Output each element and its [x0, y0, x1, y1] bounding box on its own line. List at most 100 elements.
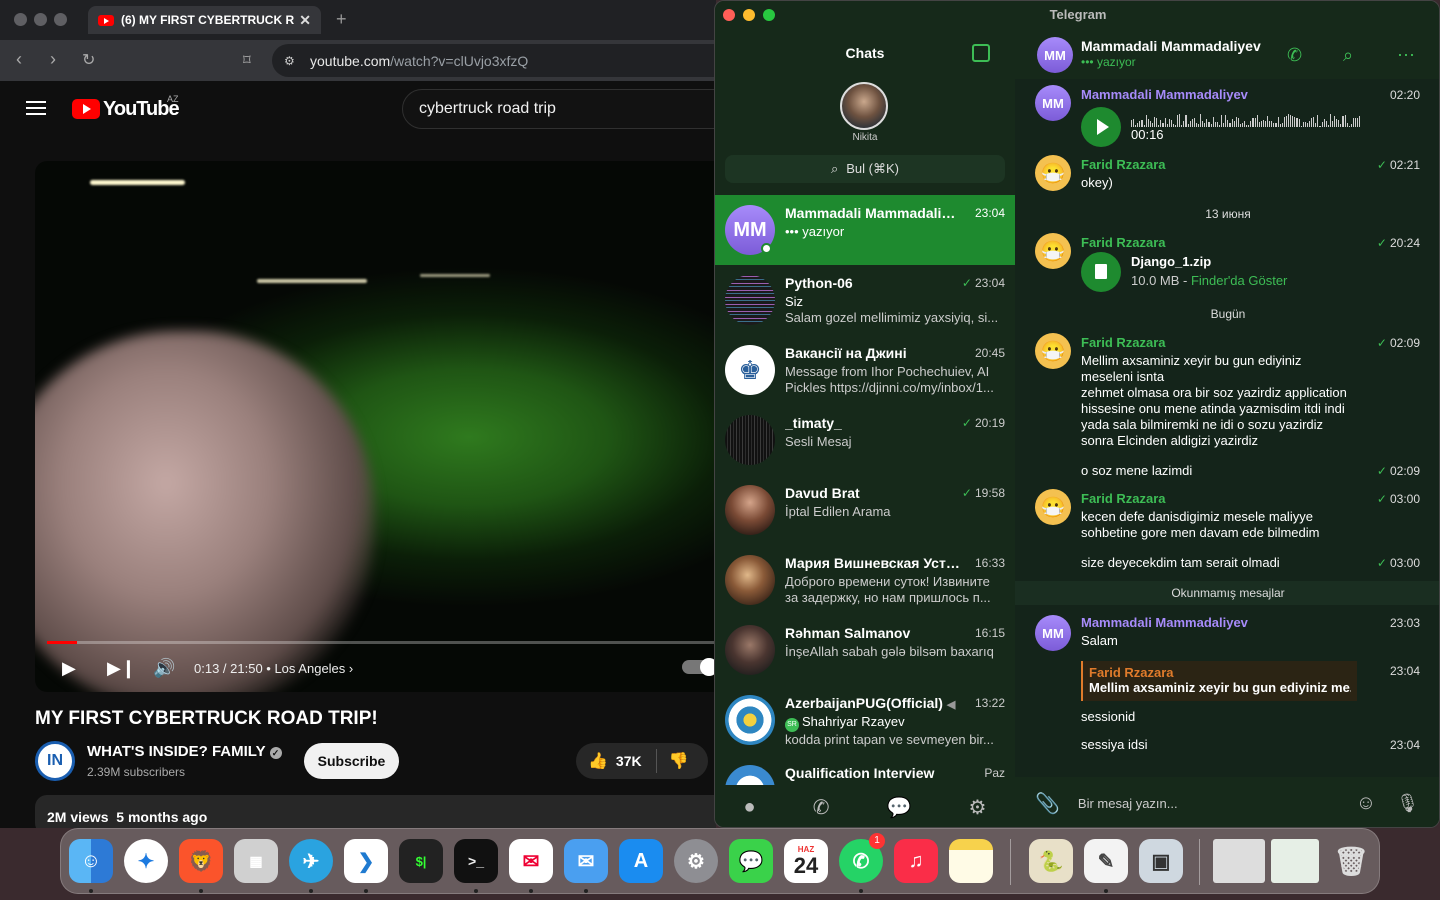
header-avatar[interactable]: MM [1037, 37, 1073, 73]
window-minimize-dot[interactable] [34, 13, 47, 26]
voice-play-button[interactable] [1081, 107, 1121, 147]
chat-item[interactable]: Мария Вишневская Устр... 16:33 Доброго в… [715, 545, 1015, 615]
textedit-icon[interactable]: ✎ [1084, 839, 1128, 883]
microphone-icon[interactable]: 🎙 [1396, 793, 1419, 814]
site-settings-icon[interactable]: ⚙ [284, 54, 295, 68]
calendar-icon[interactable]: HAZ 24 [784, 839, 828, 883]
unread-label: Okunmamış mesajlar [1171, 586, 1285, 600]
description-box[interactable]: 2M views 5 months ago [35, 795, 716, 828]
volume-icon[interactable]: 🔊 [153, 658, 175, 679]
message-sender[interactable]: Mammadali Mammadaliyev [1081, 87, 1248, 102]
gmail-icon[interactable]: ✉ [509, 839, 553, 883]
sender-avatar[interactable]: MM [1035, 615, 1071, 651]
app-store-icon[interactable]: A [619, 839, 663, 883]
back-icon[interactable]: ‹ [16, 49, 22, 70]
vscode-icon[interactable]: ❯ [344, 839, 388, 883]
video-progress-bar[interactable] [47, 641, 716, 644]
preview-icon[interactable]: ▣ [1139, 839, 1183, 883]
python-launcher-icon[interactable]: 🐍 [1029, 839, 1073, 883]
brave-icon[interactable]: 🦁 [179, 839, 223, 883]
system-settings-icon[interactable]: ⚙ [674, 839, 718, 883]
like-icon[interactable]: 👍 [588, 751, 608, 771]
emoji-icon[interactable]: ☺ [1356, 792, 1376, 815]
channel-avatar[interactable]: IN [35, 741, 75, 781]
messages-icon[interactable]: 💬 [729, 839, 773, 883]
browser-tab-youtube[interactable]: (6) MY FIRST CYBERTRUCK R ✕ [88, 6, 321, 34]
next-icon[interactable]: ▶❙ [107, 658, 136, 679]
video-player[interactable]: ▶ ▶❙ 🔊 0:13 / 21:50 • Los Angeles › [35, 161, 716, 692]
notes-icon[interactable] [949, 839, 993, 883]
window-close-button[interactable] [723, 9, 735, 21]
calls-icon[interactable]: ✆ [813, 795, 830, 820]
header-name[interactable]: Mammadali Mammadaliyev [1081, 38, 1261, 54]
subscribe-button[interactable]: Subscribe [304, 743, 399, 779]
call-icon[interactable]: ✆ [1287, 45, 1302, 66]
chat-item[interactable]: _timaty_ ✓ 20:19 Sesli Mesaj [715, 405, 1015, 475]
youtube-logo-icon[interactable] [72, 99, 100, 119]
bookmark-icon[interactable]: ⌑ [243, 51, 251, 69]
chat-item[interactable]: ♚ Вакансії на Джині 20:45 Message from I… [715, 335, 1015, 405]
message-sender[interactable]: Farid Rzazara [1081, 491, 1166, 506]
window-thumbnail-icon[interactable] [1271, 839, 1319, 883]
chat-item[interactable]: Qualification Interview Paz [715, 755, 1015, 785]
sender-avatar-emoji[interactable]: 😷 [1035, 155, 1071, 191]
show-in-finder-link[interactable]: Finder'da Göster [1191, 273, 1287, 288]
window-zoom-dot[interactable] [54, 13, 67, 26]
chat-item[interactable]: MM Mammadali Mammadaliyev 23:04 ••• yazı… [715, 195, 1015, 265]
chat-item[interactable]: Python-06 ✓ 23:04 Siz Salam gozel mellimim… [715, 265, 1015, 335]
message-sender[interactable]: Farid Rzazara [1081, 235, 1166, 250]
message-input[interactable]: Bir mesaj yazın... [1078, 796, 1356, 811]
chat-item[interactable]: Davud Brat ✓ 19:58 İptal Edilen Arama [715, 475, 1015, 545]
attach-icon[interactable]: 📎 [1035, 791, 1060, 816]
music-icon[interactable]: ♫ [894, 839, 938, 883]
sender-avatar[interactable]: MM [1035, 85, 1071, 121]
profile-avatar[interactable] [840, 82, 888, 130]
chat-search-input[interactable]: ⌕ Bul (⌘K) [725, 155, 1005, 183]
address-bar[interactable]: ⚙ youtube.com/watch?v=clUvjo3xfzQ [272, 44, 716, 77]
sender-avatar-emoji[interactable]: 😷 [1035, 233, 1071, 269]
finder-icon[interactable]: ☺ [69, 839, 113, 883]
terminal-icon[interactable]: >_ [454, 839, 498, 883]
compose-icon[interactable] [972, 44, 990, 62]
message-sender[interactable]: Mammadali Mammadaliyev [1081, 615, 1248, 630]
telegram-icon[interactable]: ✈ [289, 839, 333, 883]
chats-icon[interactable]: 💬 [887, 795, 912, 820]
chat-time-text: 20:19 [974, 416, 1005, 430]
dislike-icon[interactable]: 👎 [669, 751, 689, 771]
chapter-label[interactable]: Los Angeles [274, 661, 345, 676]
settings-icon[interactable]: ⚙ [968, 795, 986, 820]
launchpad-icon[interactable]: ▦ [234, 839, 278, 883]
file-icon[interactable] [1081, 252, 1121, 292]
menu-icon[interactable] [26, 101, 46, 115]
mail-icon[interactable]: ✉ [564, 839, 608, 883]
message-sender[interactable]: Farid Rzazara [1081, 335, 1166, 350]
tab-close-icon[interactable]: ✕ [299, 12, 311, 29]
autoplay-toggle[interactable] [682, 658, 716, 676]
reload-icon[interactable]: ↻ [82, 50, 95, 70]
sender-avatar-emoji[interactable]: 😷 [1035, 333, 1071, 369]
sender-avatar-emoji[interactable]: 😷 [1035, 489, 1071, 525]
window-minimize-button[interactable] [743, 9, 755, 21]
reply-quote[interactable]: Farid Rzazara Mellim axsaminiz xeyir bu … [1081, 661, 1357, 701]
like-count[interactable]: 37K [616, 753, 642, 769]
window-zoom-button[interactable] [763, 9, 775, 21]
channel-name[interactable]: WHAT'S INSIDE? FAMILY ✓ [87, 743, 282, 760]
new-tab-icon[interactable]: + [336, 9, 347, 30]
trash-icon[interactable]: 🗑 [1329, 839, 1373, 883]
safari-icon[interactable]: ✦ [124, 839, 168, 883]
forward-icon[interactable]: › [50, 49, 56, 70]
message-sender[interactable]: Farid Rzazara [1081, 157, 1166, 172]
like-dislike-group: 👍 37K 👎 [576, 743, 708, 779]
contacts-icon[interactable]: ● [744, 796, 756, 819]
chat-item[interactable]: AzerbaijanPUG(Official) ◀ 13:22 SR Shahri… [715, 685, 1015, 755]
more-icon[interactable]: ⋯ [1397, 45, 1415, 66]
window-thumbnail-icon[interactable] [1213, 839, 1265, 883]
file-name[interactable]: Django_1.zip [1131, 254, 1431, 270]
voice-waveform[interactable] [1131, 113, 1361, 127]
iterm-icon[interactable]: $| [399, 839, 443, 883]
search-icon[interactable]: ⌕ [1343, 45, 1353, 66]
chat-item[interactable]: Rəhman Salmanov 16:15 İnşeAllah sabah gə… [715, 615, 1015, 685]
search-input[interactable]: cybertruck road trip [402, 89, 716, 129]
play-icon[interactable]: ▶ [62, 658, 76, 679]
window-close-dot[interactable] [14, 13, 27, 26]
